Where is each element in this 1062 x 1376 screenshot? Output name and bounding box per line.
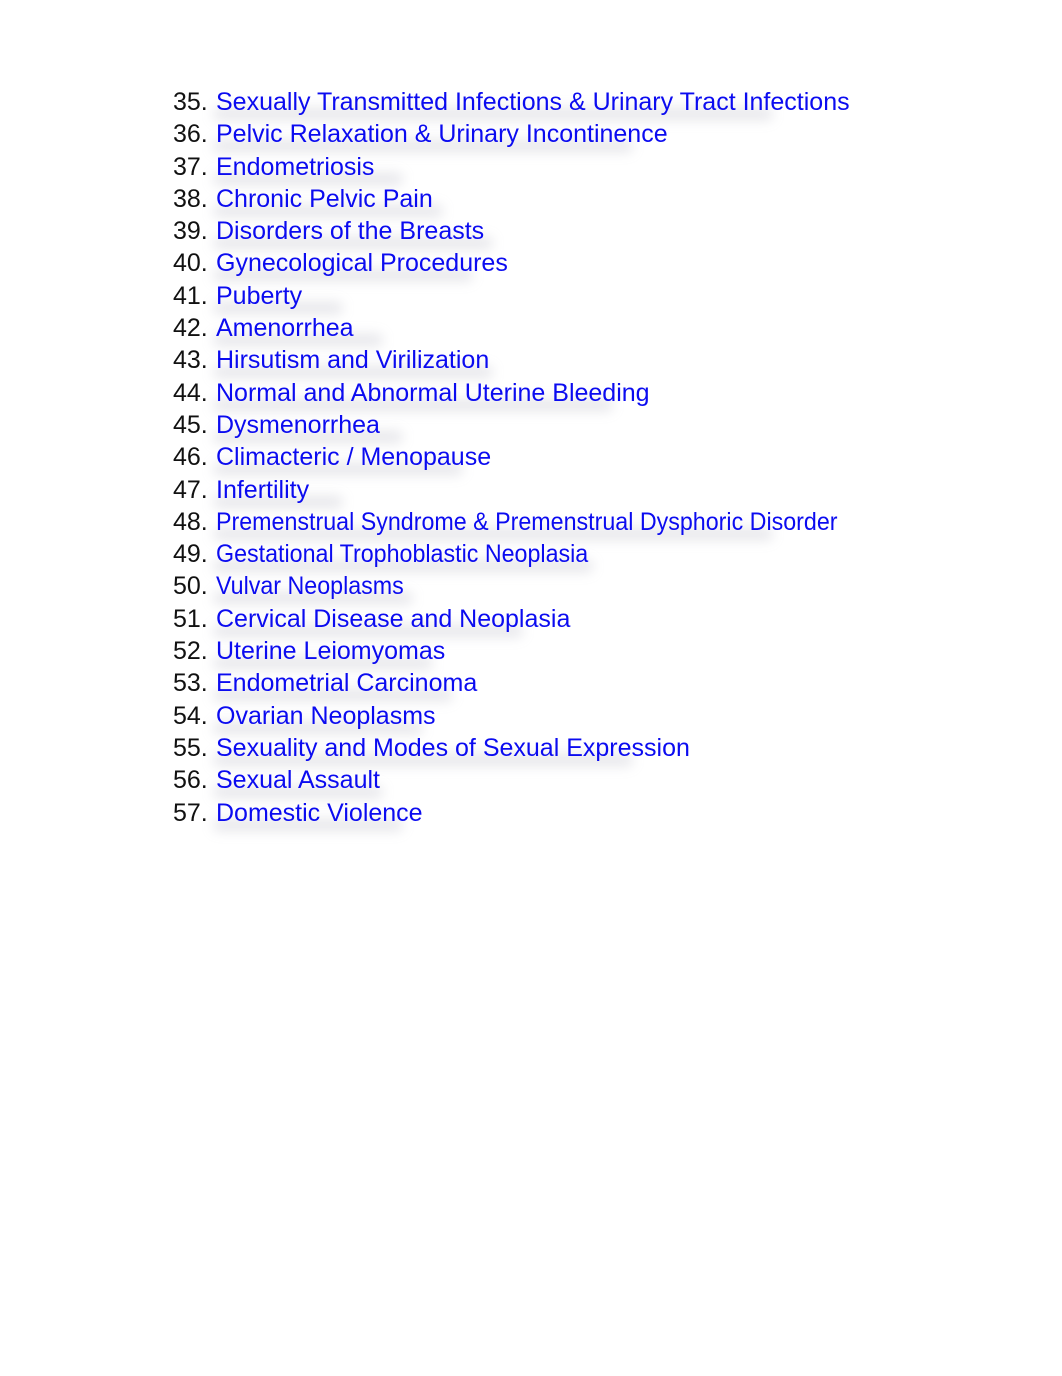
toc-item: 53. Endometrial Carcinoma — [173, 667, 884, 702]
toc-item: 55. Sexuality and Modes of Sexual Express… — [173, 732, 884, 766]
toc-item: 42. Amenorrhea — [173, 312, 884, 347]
toc-item: 49. Gestational Trophoblastic Neoplasia — [173, 538, 884, 573]
toc-item-number: 38. — [173, 184, 208, 213]
toc-item-number: 36. — [173, 120, 208, 149]
toc-link[interactable]: Endometrial Carcinoma — [216, 669, 477, 697]
toc-link[interactable]: Normal and Abnormal Uterine Bleeding — [216, 379, 650, 407]
toc-item-number: 40. — [173, 249, 208, 278]
toc-link[interactable]: Endometriosis — [216, 153, 374, 181]
toc-item-number: 42. — [173, 314, 208, 343]
toc-item: 43. Hirsutism and Virilization — [173, 344, 884, 379]
toc-item-number: 44. — [173, 378, 208, 407]
toc-link[interactable]: Chronic Pelvic Pain — [216, 185, 433, 213]
toc-link[interactable]: Disorders of the Breasts — [216, 217, 484, 245]
toc-item: 36. Pelvic Relaxation & Urinary Incontine… — [173, 118, 884, 153]
toc-item: 35. Sexually Transmitted Infections & Uri… — [173, 86, 884, 120]
toc-link[interactable]: Gynecological Procedures — [216, 249, 508, 277]
toc-link[interactable]: Gestational Trophoblastic Neoplasia — [216, 538, 588, 570]
toc-link[interactable]: Cervical Disease and Neoplasia — [216, 605, 570, 633]
toc-item: 40. Gynecological Procedures — [173, 247, 884, 282]
toc-item: 37. Endometriosis — [173, 151, 884, 185]
toc-item: 46. Climacteric / Menopause — [173, 441, 884, 476]
toc-link[interactable]: Pelvic Relaxation & Urinary Incontinence — [216, 120, 668, 148]
toc-link[interactable]: Amenorrhea — [216, 314, 354, 342]
toc-link[interactable]: Sexual Assault — [216, 766, 380, 794]
toc-item: 47. Infertility — [173, 474, 884, 508]
toc-item-number: 47. — [173, 475, 208, 504]
toc-link[interactable]: Sexuality and Modes of Sexual Expression — [216, 734, 690, 762]
toc-link[interactable]: Ovarian Neoplasms — [216, 702, 436, 730]
toc-link[interactable]: Domestic Violence — [216, 799, 423, 827]
toc-item: 45. Dysmenorrhea — [173, 409, 884, 443]
toc-item: 57. Domestic Violence — [173, 797, 884, 831]
toc-item: 56. Sexual Assault — [173, 764, 884, 799]
toc-item-number: 49. — [173, 540, 208, 569]
toc-item-number: 35. — [173, 88, 208, 116]
toc-item-number: 48. — [173, 507, 208, 536]
toc-item-number: 54. — [173, 701, 208, 730]
toc-link[interactable]: Uterine Leiomyomas — [216, 637, 445, 665]
toc-item-number: 56. — [173, 766, 208, 795]
toc-link[interactable]: Infertility — [216, 476, 309, 504]
toc-item: 39. Disorders of the Breasts — [173, 215, 884, 250]
toc-item-number: 50. — [173, 572, 208, 601]
toc-link[interactable]: Puberty — [216, 282, 302, 310]
toc-item-number: 37. — [173, 152, 208, 181]
toc-item: 38. Chronic Pelvic Pain — [173, 183, 884, 217]
toc-item-number: 41. — [173, 281, 208, 310]
toc-item: 48. Premenstrual Syndrome & Premenstrual … — [173, 506, 884, 540]
toc-item: 44. Normal and Abnormal Uterine Bleeding — [173, 377, 884, 411]
toc-item-number: 46. — [173, 443, 208, 472]
toc-item-number: 51. — [173, 604, 208, 633]
toc-item: 54. Ovarian Neoplasms — [173, 700, 884, 734]
toc-item-number: 39. — [173, 217, 208, 246]
toc-item: 52. Uterine Leiomyomas — [173, 635, 884, 670]
toc-link[interactable]: Hirsutism and Virilization — [216, 346, 489, 374]
toc-link[interactable]: Vulvar Neoplasms — [216, 570, 404, 602]
toc-link[interactable]: Climacteric / Menopause — [216, 443, 491, 471]
toc-link[interactable]: Dysmenorrhea — [216, 411, 380, 439]
toc-item-number: 53. — [173, 669, 208, 698]
toc-item-number: 43. — [173, 346, 208, 375]
toc-item-number: 57. — [173, 798, 208, 827]
toc-link[interactable]: Premenstrual Syndrome & Premenstrual Dys… — [216, 506, 838, 538]
document-page: 35. Sexually Transmitted Infections & Uri… — [0, 0, 1062, 1376]
table-of-contents: 35. Sexually Transmitted Infections & Uri… — [173, 86, 884, 831]
toc-item: 50. Vulvar Neoplasms — [173, 570, 884, 605]
toc-item: 51. Cervical Disease and Neoplasia — [173, 603, 884, 637]
toc-item-number: 52. — [173, 637, 208, 666]
toc-item-number: 45. — [173, 410, 208, 439]
toc-link[interactable]: Sexually Transmitted Infections & Urinar… — [216, 88, 850, 116]
toc-item: 41. Puberty — [173, 280, 884, 314]
toc-item-number: 55. — [173, 733, 208, 762]
